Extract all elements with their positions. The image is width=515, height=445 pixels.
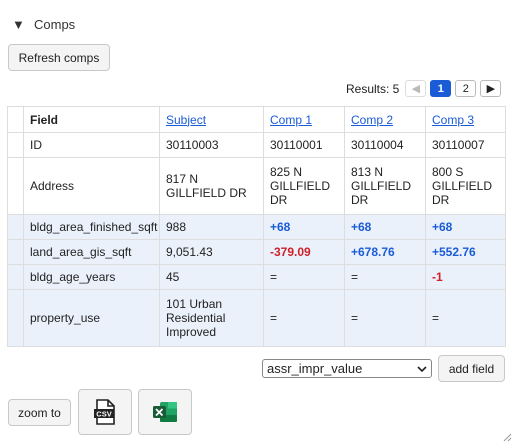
table-row: property_use 101 Urban Residential Impro… [7, 289, 506, 347]
section-title: Comps [34, 17, 76, 32]
comp2-link[interactable]: Comp 2 [351, 113, 393, 127]
subject-cell: 817 N GILLFIELD DR [159, 157, 264, 215]
field-cell: bldg_age_years [23, 264, 160, 290]
csv-file-icon: CSV [94, 399, 115, 425]
row-gutter [7, 264, 24, 290]
comp2-cell: 813 N GILLFIELD DR [344, 157, 426, 215]
comp1-cell: = [263, 289, 345, 347]
field-select[interactable]: assr_impr_value [262, 359, 432, 378]
row-gutter [7, 289, 24, 347]
svg-text:CSV: CSV [96, 410, 111, 419]
page-2-button[interactable]: 2 [455, 80, 477, 97]
export-excel-button[interactable] [138, 389, 192, 435]
chevron-down-icon [417, 365, 427, 372]
refresh-comps-button[interactable]: Refresh comps [8, 44, 110, 71]
subject-link[interactable]: Subject [166, 113, 206, 127]
comp3-cell: 30110007 [425, 132, 506, 158]
next-page-button[interactable]: ▶ [480, 80, 502, 97]
comp3-column-header[interactable]: Comp 3 [425, 106, 506, 133]
comp1-cell: = [263, 264, 345, 290]
table-row: land_area_gis_sqft 9,051.43 -379.09 +678… [7, 239, 506, 265]
table-row: ID 30110003 30110001 30110004 30110007 [7, 132, 506, 158]
excel-icon [153, 402, 177, 422]
results-count: Results: 5 [346, 81, 400, 96]
field-cell: property_use [23, 289, 160, 347]
comp1-cell: 825 N GILLFIELD DR [263, 157, 345, 215]
comp1-cell: -379.09 [263, 239, 345, 265]
comp3-cell: = [425, 289, 506, 347]
comp3-link[interactable]: Comp 3 [432, 113, 474, 127]
comps-section-header[interactable]: ▼ Comps [12, 17, 75, 32]
resize-grip-icon[interactable] [502, 432, 512, 442]
row-gutter [7, 214, 24, 240]
subject-cell: 45 [159, 264, 264, 290]
field-cell: land_area_gis_sqft [23, 239, 160, 265]
comps-table: Field Subject Comp 1 Comp 2 Comp 3 ID 30… [7, 106, 506, 347]
subject-column-header[interactable]: Subject [159, 106, 264, 133]
prev-page-button[interactable]: ◀ [405, 80, 427, 97]
row-gutter [7, 132, 24, 158]
table-row: bldg_age_years 45 = = -1 [7, 264, 506, 290]
collapse-caret-icon[interactable]: ▼ [12, 17, 25, 32]
field-cell: ID [23, 132, 160, 158]
comp2-cell: +678.76 [344, 239, 426, 265]
subject-cell: 988 [159, 214, 264, 240]
row-gutter-header [7, 106, 24, 133]
zoom-to-button[interactable]: zoom to [8, 399, 71, 426]
page-1-button[interactable]: 1 [430, 80, 452, 97]
comp2-column-header[interactable]: Comp 2 [344, 106, 426, 133]
table-row: bldg_area_finished_sqft 988 +68 +68 +68 [7, 214, 506, 240]
subject-cell: 30110003 [159, 132, 264, 158]
comp3-cell: +552.76 [425, 239, 506, 265]
table-row: Address 817 N GILLFIELD DR 825 N GILLFIE… [7, 157, 506, 215]
row-gutter [7, 239, 24, 265]
field-cell: bldg_area_finished_sqft [23, 214, 160, 240]
comp1-column-header[interactable]: Comp 1 [263, 106, 345, 133]
export-csv-button[interactable]: CSV [78, 389, 132, 435]
field-cell: Address [23, 157, 160, 215]
comp3-cell: 800 S GILLFIELD DR [425, 157, 506, 215]
comp1-link[interactable]: Comp 1 [270, 113, 312, 127]
comp2-cell: 30110004 [344, 132, 426, 158]
subject-cell: 101 Urban Residential Improved [159, 289, 264, 347]
field-select-value: assr_impr_value [267, 361, 363, 376]
table-header-row: Field Subject Comp 1 Comp 2 Comp 3 [7, 106, 506, 133]
comp1-cell: +68 [263, 214, 345, 240]
row-gutter [7, 157, 24, 215]
comp2-cell: = [344, 264, 426, 290]
comp3-cell: +68 [425, 214, 506, 240]
comp3-cell: -1 [425, 264, 506, 290]
comp1-cell: 30110001 [263, 132, 345, 158]
add-field-button[interactable]: add field [438, 355, 505, 382]
pagination: Results: 5 ◀ 1 2 ▶ [346, 80, 502, 97]
comp2-cell: +68 [344, 214, 426, 240]
comp2-cell: = [344, 289, 426, 347]
subject-cell: 9,051.43 [159, 239, 264, 265]
field-column-header: Field [23, 106, 160, 133]
